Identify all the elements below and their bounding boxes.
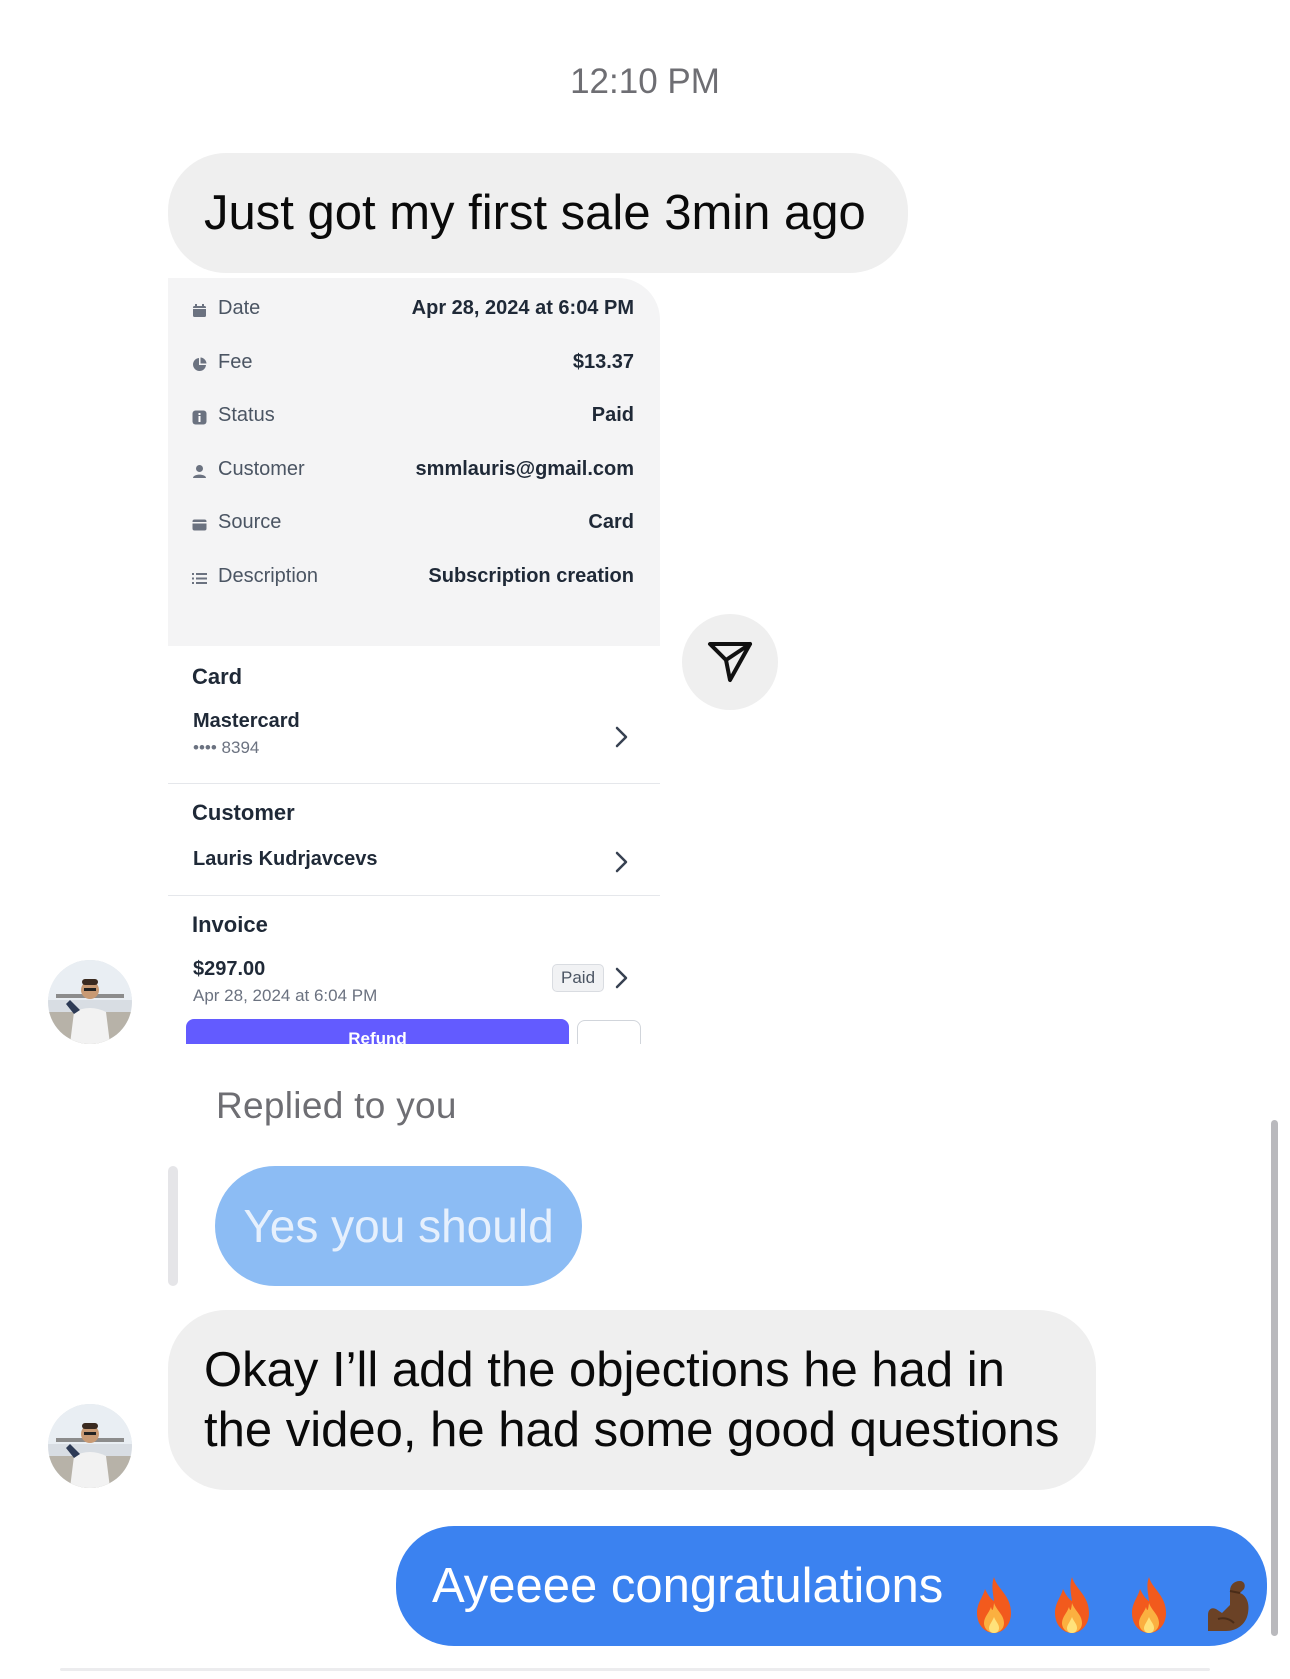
- section-title-customer: Customer: [192, 800, 295, 825]
- message-congrats[interactable]: Ayeeee congratulations: [396, 1526, 1267, 1646]
- detail-value: Subscription creation: [428, 565, 634, 587]
- chevron-right-icon: [615, 726, 628, 748]
- detail-row-fee: Fee $13.37: [168, 336, 660, 393]
- detail-label: Fee: [218, 351, 253, 373]
- chevron-right-icon: [615, 851, 628, 873]
- flexed-biceps-icon: [1200, 1559, 1254, 1632]
- fire-icon: [967, 1559, 1021, 1634]
- detail-row-date: Date Apr 28, 2024 at 6:04 PM: [168, 282, 660, 339]
- quoted-message[interactable]: Yes you should: [215, 1166, 582, 1286]
- message-congrats-text: Ayeeee congratulations: [432, 1559, 944, 1613]
- fire-icon: [1045, 1559, 1099, 1634]
- customer-row[interactable]: Lauris Kudrjavcevs: [168, 838, 660, 888]
- detail-value: smmlauris@gmail.com: [415, 458, 634, 480]
- invoice-amount: $297.00: [193, 958, 266, 980]
- refund-button[interactable]: Refund: [186, 1019, 569, 1044]
- detail-value: Apr 28, 2024 at 6:04 PM: [411, 297, 634, 319]
- card-last4: •••• 8394: [193, 738, 260, 757]
- invoice-row[interactable]: $297.00 Apr 28, 2024 at 6:04 PM Paid: [168, 954, 660, 1012]
- status-badge: Paid: [552, 964, 605, 992]
- detail-label: Description: [218, 565, 319, 587]
- detail-label: Customer: [218, 458, 305, 480]
- person-icon: [192, 464, 207, 479]
- calendar-icon: [192, 303, 207, 318]
- customer-name: Lauris Kudrjavcevs: [193, 848, 378, 870]
- detail-value: $13.37: [572, 351, 634, 373]
- detail-value: Card: [588, 511, 634, 533]
- detail-row-status: Status Paid: [168, 389, 660, 446]
- detail-row-source: Source Card: [168, 496, 660, 553]
- info-icon: [192, 410, 207, 425]
- detail-row-description: Description Subscription creation: [168, 550, 660, 607]
- reply-indicator-bar: [168, 1166, 178, 1286]
- list-icon: [192, 571, 207, 586]
- detail-label: Date: [218, 297, 261, 319]
- scrollbar[interactable]: [1271, 1120, 1278, 1636]
- chevron-right-icon: [615, 967, 628, 989]
- share-button[interactable]: [682, 614, 778, 710]
- secondary-button[interactable]: [577, 1020, 641, 1044]
- message-objections[interactable]: Okay I’ll add the objections he had in t…: [168, 1310, 1096, 1490]
- message-timestamp: 12:10 PM: [570, 62, 720, 101]
- message-first-sale[interactable]: Just got my first sale 3min ago: [168, 153, 908, 273]
- send-icon: [708, 642, 752, 682]
- divider: [168, 895, 660, 896]
- detail-row-customer: Customer smmlauris@gmail.com: [168, 443, 660, 500]
- card-row[interactable]: Mastercard •••• 8394: [168, 704, 660, 776]
- replied-label: Replied to you: [216, 1085, 457, 1126]
- avatar[interactable]: [48, 1404, 132, 1488]
- detail-value: Paid: [591, 404, 634, 426]
- divider: [168, 783, 660, 784]
- invoice-date: Apr 28, 2024 at 6:04 PM: [193, 986, 378, 1005]
- section-title-card: Card: [192, 664, 243, 689]
- card-brand: Mastercard: [193, 710, 300, 732]
- avatar[interactable]: [48, 960, 132, 1044]
- section-title-invoice: Invoice: [192, 912, 268, 937]
- composer-edge: [60, 1668, 1210, 1671]
- wallet-icon: [192, 517, 207, 532]
- fire-icon: [1122, 1559, 1176, 1634]
- pie-chart-icon: [192, 357, 207, 372]
- payment-screenshot[interactable]: Date Apr 28, 2024 at 6:04 PM Fee $13.37 …: [168, 278, 660, 1044]
- detail-label: Status: [218, 404, 275, 426]
- detail-label: Source: [218, 511, 282, 533]
